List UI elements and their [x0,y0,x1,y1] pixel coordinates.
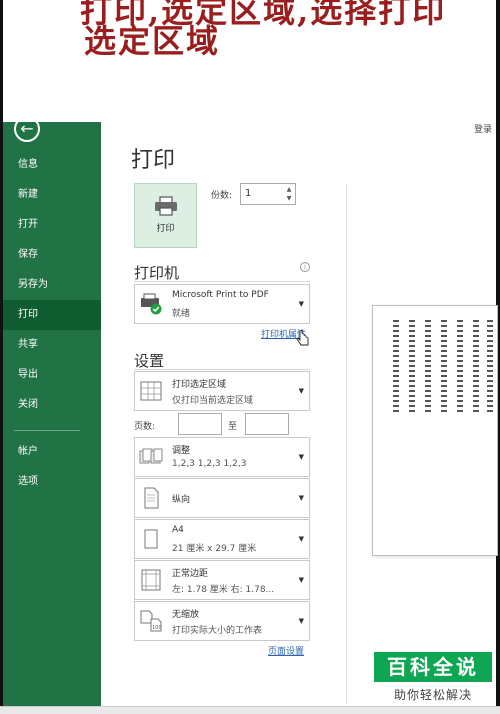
printer-ready-icon [141,293,162,315]
printer-status: 就绪 [172,309,191,319]
sidebar-item-share[interactable]: 共享 [3,330,101,360]
preview-column [441,320,447,415]
preview-column [487,320,493,415]
sidebar-item-account[interactable]: 帐户 [3,437,101,467]
sidebar-item-save-as[interactable]: 另存为 [3,270,101,300]
caption-line-2: 选定区域 [84,22,221,60]
svg-text:100: 100 [152,625,162,631]
chevron-down-icon: ▼ [298,494,304,502]
printer-icon [155,196,177,216]
print-button-label: 打印 [156,224,175,234]
sidebar-item-options[interactable]: 选项 [3,467,101,497]
printer-heading: 打印机 [134,264,180,282]
paper-size-title: A4 [172,525,184,535]
pages-from-input[interactable] [178,413,222,435]
sheet-grid-icon [140,381,162,401]
chevron-down-icon: ▼ [298,617,304,625]
printer-dropdown[interactable]: Microsoft Print to PDF 就绪 ▼ [134,284,310,324]
printer-name: Microsoft Print to PDF [172,290,269,300]
sidebar-item-export[interactable]: 导出 [3,360,101,390]
page-title: 打印 [131,148,176,173]
print-range-title: 打印选定区域 [172,380,227,390]
preview-column [393,320,399,415]
collate-icon [139,448,163,464]
margins-title: 正常边距 [172,569,209,579]
preview-column [473,320,479,415]
margins-desc: 左: 1.78 厘米 右: 1.78... [172,585,275,595]
sidebar-item-save[interactable]: 保存 [3,240,101,270]
print-button[interactable]: 打印 [134,183,197,248]
margins-dropdown[interactable]: 正常边距 左: 1.78 厘米 右: 1.78... ▼ [134,560,310,600]
pages-to-label: 至 [228,422,238,432]
copies-value: 1 [245,188,252,199]
printer-heading-rule [134,281,310,282]
scaling-desc: 打印实际大小的工作表 [172,626,263,636]
scaling-dropdown[interactable]: 100 无缩放 打印实际大小的工作表 ▼ [134,601,310,641]
no-scaling-icon: 100 [140,610,162,632]
pages-label: 页数: [134,422,156,432]
spin-down-icon[interactable]: ▼ [285,195,293,203]
back-arrow-icon[interactable]: ← [14,116,40,142]
portrait-page-icon [144,487,159,509]
chevron-down-icon: ▼ [298,453,304,461]
print-range-desc: 仅打印当前选定区域 [172,396,254,406]
sidebar-item-open[interactable]: 打开 [3,210,101,240]
watermark-slogan: 助你轻松解决 [393,688,472,702]
chevron-down-icon: ▼ [298,535,304,543]
preview-column [457,320,463,415]
collation-title: 调整 [172,446,191,456]
sidebar-item-new[interactable]: 新建 [3,180,101,210]
chevron-down-icon: ▼ [298,300,304,308]
spin-up-icon[interactable]: ▲ [285,186,293,194]
chevron-down-icon: ▼ [298,387,304,395]
orientation-title: 纵向 [172,495,191,505]
print-range-dropdown[interactable]: 打印选定区域 仅打印当前选定区域 ▼ [134,371,310,411]
preview-divider [346,184,347,704]
paper-size-dropdown[interactable]: A4 21 厘米 x 29.7 厘米 ▼ [134,519,310,559]
sidebar-item-close[interactable]: 关闭 [3,390,101,420]
login-link[interactable]: 登录 [474,122,492,135]
preview-column [425,320,431,415]
page-setup-link[interactable]: 页面设置 [268,644,304,657]
hand-cursor-icon [296,330,309,346]
sidebar-item-info[interactable]: 信息 [3,150,101,180]
collation-desc: 1,2,3 1,2,3 1,2,3 [172,459,247,469]
sidebar-item-print[interactable]: 打印 [3,300,101,330]
sidebar-divider [14,430,80,431]
print-preview-page [372,305,498,556]
chevron-down-icon: ▼ [298,576,304,584]
copies-input[interactable]: 1 ▲ ▼ [240,183,296,205]
settings-heading-rule [134,369,310,370]
pages-to-input[interactable] [245,413,289,435]
info-icon[interactable]: i [300,262,310,272]
video-border-bottom [0,706,500,714]
scaling-title: 无缩放 [172,610,200,620]
orientation-dropdown[interactable]: 纵向 ▼ [134,478,310,518]
margins-icon [141,569,161,591]
preview-column [409,320,415,415]
collation-dropdown[interactable]: 调整 1,2,3 1,2,3 1,2,3 ▼ [134,437,310,477]
paper-icon [144,529,158,549]
settings-heading: 设置 [134,352,165,370]
watermark-brand: 百科全说 [374,652,492,682]
copies-label: 份数: [211,191,233,201]
paper-size-desc: 21 厘米 x 29.7 厘米 [172,544,257,554]
